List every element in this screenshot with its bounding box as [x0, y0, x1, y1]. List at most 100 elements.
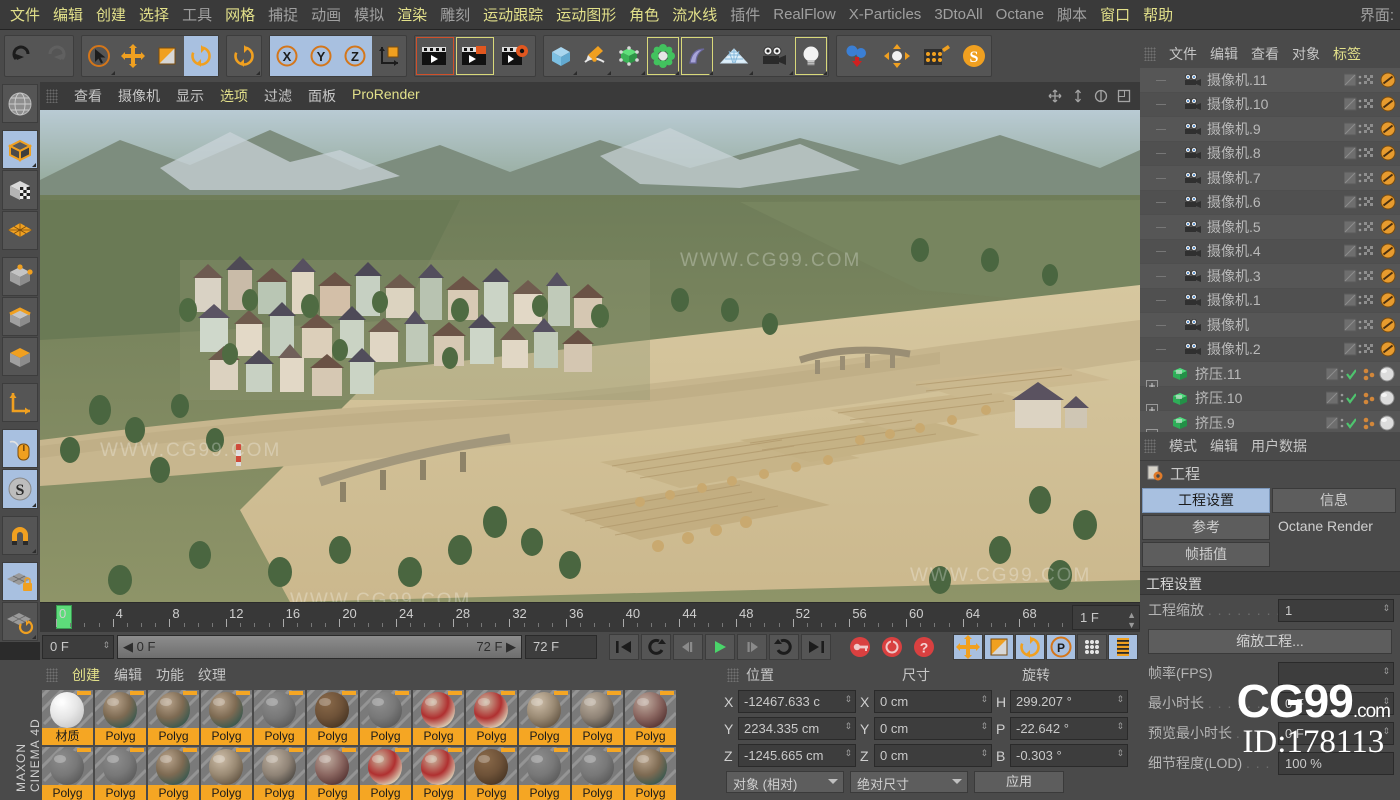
material-tag-icon[interactable] — [1362, 366, 1396, 382]
material-item[interactable]: Polyg — [307, 747, 358, 800]
panel-grip-icon[interactable] — [46, 668, 58, 682]
panel-grip-icon[interactable] — [1144, 439, 1156, 453]
apply-button[interactable]: 应用 — [974, 771, 1064, 793]
menu-item-9[interactable]: 渲染 — [397, 4, 427, 25]
record-position-button[interactable] — [953, 634, 983, 660]
spinner-icon[interactable]: ⇕ — [102, 640, 110, 651]
object-row[interactable]: 摄像机.2 — [1140, 337, 1400, 362]
object-menu-0[interactable]: 文件 — [1169, 44, 1197, 64]
menu-item-16[interactable]: RealFlow — [773, 6, 836, 23]
visibility-dots[interactable] — [1344, 146, 1374, 160]
object-row[interactable]: 摄像机 — [1140, 313, 1400, 338]
spinner-icon[interactable]: ⇕ — [1116, 748, 1124, 759]
step-back-button[interactable] — [673, 634, 703, 660]
panel-grip-icon[interactable] — [1144, 47, 1156, 61]
menu-item-20[interactable]: 脚本 — [1057, 4, 1087, 25]
spinner-icon[interactable]: ⇕ — [980, 748, 988, 759]
s-plugin-button[interactable]: S — [957, 36, 991, 76]
magnet-button[interactable] — [2, 515, 38, 555]
object-row[interactable]: 摄像机.10 — [1140, 92, 1400, 117]
lock-workplane-button[interactable] — [2, 561, 38, 601]
pan-icon[interactable] — [1047, 88, 1063, 104]
attribute-value-field[interactable]: 1 ⇕ — [1278, 598, 1394, 622]
menu-item-19[interactable]: Octane — [996, 6, 1044, 23]
menu-item-11[interactable]: 运动跟踪 — [483, 4, 543, 25]
drop-to-floor-button[interactable] — [837, 36, 877, 76]
menu-item-6[interactable]: 捕捉 — [268, 4, 298, 25]
object-row[interactable]: 摄像机.5 — [1140, 215, 1400, 240]
cube-primitive-button[interactable] — [544, 36, 578, 76]
attribute-value-field[interactable]: 0 F ⇕ — [1278, 721, 1394, 745]
render-region-button[interactable] — [455, 36, 495, 76]
material-item[interactable]: Polyg — [360, 690, 411, 745]
visibility-dots[interactable] — [1344, 269, 1374, 283]
render-view-button[interactable] — [415, 36, 455, 76]
undo-button[interactable] — [5, 36, 39, 76]
attribute-menu-0[interactable]: 模式 — [1169, 436, 1197, 456]
object-row[interactable]: 摄像机.11 — [1140, 68, 1400, 93]
menu-item-1[interactable]: 编辑 — [53, 4, 83, 25]
object-row[interactable]: 摄像机.7 — [1140, 166, 1400, 191]
timeline-toggle-button[interactable] — [1108, 634, 1138, 660]
object-row[interactable]: 摄像机.9 — [1140, 117, 1400, 142]
visibility-dots[interactable] — [1326, 391, 1356, 405]
keyframe-selection-button[interactable]: ? — [909, 634, 939, 660]
previous-keyframe-button[interactable] — [641, 634, 671, 660]
attribute-tab-信息[interactable]: 信息 — [1272, 488, 1396, 513]
object-menu-4[interactable]: 标签 — [1333, 44, 1361, 64]
polygon-mode-button[interactable] — [2, 337, 38, 377]
material-item[interactable]: Polyg — [572, 690, 623, 745]
visibility-dots[interactable] — [1344, 195, 1374, 209]
menu-item-5[interactable]: 网格 — [225, 4, 255, 25]
attribute-value-field[interactable]: ⇕ — [1278, 661, 1394, 685]
enable-axis-button[interactable] — [2, 429, 38, 469]
visibility-dots[interactable] — [1344, 97, 1374, 111]
viewport-menu-0[interactable]: 查看 — [74, 86, 102, 106]
position-z-field[interactable]: -1245.665 cm ⇕ — [738, 744, 856, 767]
camera-tag-icon[interactable] — [1380, 219, 1396, 235]
menu-item-15[interactable]: 插件 — [730, 4, 760, 25]
object-tree[interactable]: 摄像机.11 摄像机.10 摄像机.9 摄像机.8 摄像机.7 摄像机.6 摄像… — [1140, 68, 1400, 432]
material-item[interactable]: Polyg — [360, 747, 411, 800]
material-item[interactable]: Polyg — [42, 747, 93, 800]
material-item[interactable]: Polyg — [95, 690, 146, 745]
next-keyframe-button[interactable] — [769, 634, 799, 660]
size-y-field[interactable]: 0 cm ⇕ — [874, 717, 992, 740]
menu-item-13[interactable]: 角色 — [629, 4, 659, 25]
panel-grip-icon[interactable] — [46, 89, 58, 103]
record-rotation-button[interactable] — [1015, 634, 1045, 660]
lock-z-axis[interactable]: Z — [338, 36, 372, 76]
step-forward-button[interactable] — [737, 634, 767, 660]
viewport-menu-3[interactable]: 选项 — [220, 86, 248, 106]
scale-tool[interactable] — [150, 36, 184, 76]
material-item[interactable]: Polyg — [625, 690, 676, 745]
material-item[interactable]: Polyg — [519, 690, 570, 745]
lock-y-axis[interactable]: Y — [304, 36, 338, 76]
camera-tag-icon[interactable] — [1380, 145, 1396, 161]
size-mode-select[interactable]: 绝对尺寸 — [850, 771, 968, 793]
attribute-tab-Octane Render[interactable]: Octane Render — [1272, 515, 1396, 540]
play-button[interactable] — [705, 634, 735, 660]
menu-item-18[interactable]: 3DtoAll — [934, 6, 982, 23]
viewport-globe-button[interactable] — [2, 84, 38, 124]
spinner-icon[interactable]: ⇕ — [1382, 666, 1390, 677]
spinner-icon[interactable]: ⇕ — [1116, 721, 1124, 732]
attribute-tab-工程设置[interactable]: 工程设置 — [1142, 488, 1270, 513]
workplane-mode-button[interactable] — [2, 210, 38, 250]
viewport-menu-1[interactable]: 摄像机 — [118, 86, 160, 106]
go-to-start-button[interactable] — [609, 634, 639, 660]
spinner-icon[interactable]: ⇕ — [844, 694, 852, 705]
render-settings-button[interactable] — [495, 36, 535, 76]
spline-pen-button[interactable] — [578, 36, 612, 76]
visibility-dots[interactable] — [1344, 318, 1374, 332]
camera-tag-icon[interactable] — [1380, 121, 1396, 137]
camera-tag-icon[interactable] — [1380, 292, 1396, 308]
rotation-p-field[interactable]: -22.642 ° ⇕ — [1010, 717, 1128, 740]
material-tag-icon[interactable] — [1362, 415, 1396, 431]
maximize-icon[interactable] — [1116, 88, 1132, 104]
attribute-tab-参考[interactable]: 参考 — [1142, 515, 1270, 540]
visibility-dots[interactable] — [1344, 244, 1374, 258]
material-item[interactable]: Polyg — [201, 690, 252, 745]
material-item[interactable]: Polyg — [572, 747, 623, 800]
spinner-icon[interactable]: ⇕ — [844, 748, 852, 759]
